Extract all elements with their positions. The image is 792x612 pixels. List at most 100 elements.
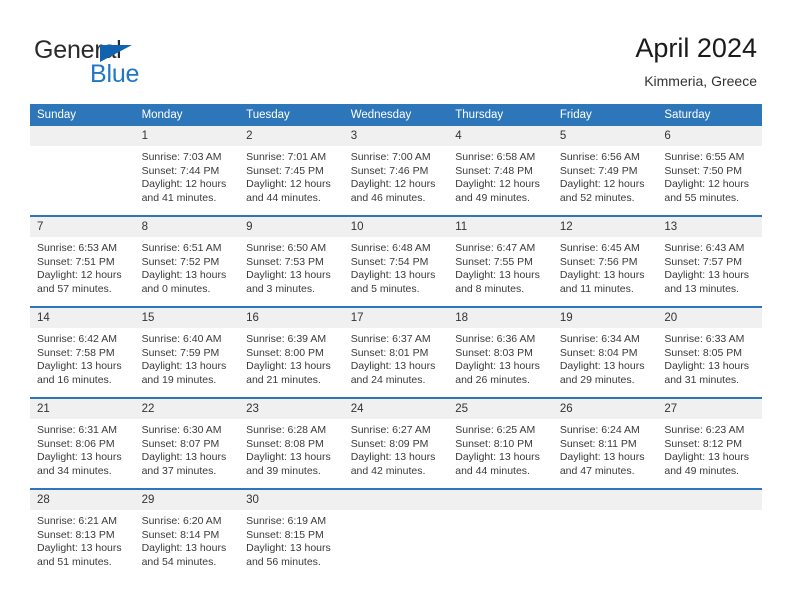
day-cell[interactable]: 5 Sunrise: 6:56 AM Sunset: 7:49 PM Daylight… [552, 126, 658, 216]
daylight-text-line2: and 0 minutes. [141, 282, 211, 295]
daylight-text-line1: Daylight: 13 hours [37, 542, 122, 555]
daylight-text-line1: Daylight: 13 hours [37, 451, 122, 464]
day-cell[interactable]: 24 Sunrise: 6:27 AM Sunset: 8:09 PM Dayligh… [343, 397, 449, 489]
weekday-header-monday: Monday [134, 104, 240, 126]
daylight-text-line1: Daylight: 12 hours [37, 269, 122, 282]
day-cell[interactable]: 18 Sunrise: 6:36 AM Sunset: 8:03 PM Dayligh… [448, 306, 553, 398]
day-details: Sunrise: 6:31 AM Sunset: 8:06 PM Daylight:… [30, 419, 135, 478]
day-cell[interactable] [343, 488, 449, 579]
daylight-text-line2: and 54 minutes. [141, 555, 217, 568]
day-number: 24 [343, 399, 449, 419]
day-details: Sunrise: 6:34 AM Sunset: 8:04 PM Daylight:… [553, 328, 658, 387]
day-details: Sunrise: 6:47 AM Sunset: 7:55 PM Daylight:… [448, 237, 553, 296]
day-cell[interactable]: 26 Sunrise: 6:24 AM Sunset: 8:11 PM Dayligh… [552, 397, 658, 489]
page-header: General Blue April 2024 Kimmeria, Greece [0, 0, 792, 103]
day-cell[interactable] [657, 488, 762, 579]
day-cell[interactable] [30, 126, 135, 216]
day-cell[interactable]: 7 Sunrise: 6:53 AM Sunset: 7:51 PM Daylight… [30, 215, 135, 307]
day-cell[interactable]: 23 Sunrise: 6:28 AM Sunset: 8:08 PM Dayligh… [239, 397, 344, 489]
day-number: 18 [448, 308, 553, 328]
daylight-text-line2: and 37 minutes. [141, 464, 217, 477]
day-cell[interactable]: 14 Sunrise: 6:42 AM Sunset: 7:58 PM Dayligh… [30, 306, 135, 398]
daylight-text-line2: and 47 minutes. [559, 464, 635, 477]
day-details: Sunrise: 7:01 AM Sunset: 7:45 PM Daylight:… [239, 146, 344, 205]
day-details: Sunrise: 6:50 AM Sunset: 7:53 PM Daylight:… [239, 237, 344, 296]
day-cell[interactable]: 28 Sunrise: 6:21 AM Sunset: 8:13 PM Dayligh… [30, 488, 135, 579]
sunset-text: Sunset: 7:57 PM [664, 255, 743, 268]
sunset-text: Sunset: 8:04 PM [559, 346, 638, 359]
sunrise-text: Sunrise: 6:33 AM [664, 333, 745, 345]
day-details: Sunrise: 6:30 AM Sunset: 8:07 PM Daylight:… [135, 419, 240, 478]
sunrise-text: Sunrise: 7:00 AM [350, 151, 431, 163]
sunrise-text: Sunrise: 6:39 AM [246, 333, 327, 345]
day-cell[interactable]: 21 Sunrise: 6:31 AM Sunset: 8:06 PM Dayligh… [30, 397, 135, 489]
sunset-text: Sunset: 7:53 PM [246, 255, 324, 268]
sunset-text: Sunset: 7:56 PM [559, 255, 638, 268]
sunrise-text: Sunrise: 7:03 AM [141, 151, 222, 163]
daylight-text-line2: and 46 minutes. [350, 191, 426, 204]
day-cell[interactable]: 25 Sunrise: 6:25 AM Sunset: 8:10 PM Dayligh… [448, 397, 553, 489]
day-details: Sunrise: 7:03 AM Sunset: 7:44 PM Daylight:… [135, 146, 240, 205]
daylight-text-line2: and 8 minutes. [455, 282, 525, 295]
day-cell[interactable]: 1 Sunrise: 7:03 AM Sunset: 7:44 PM Daylight… [134, 126, 240, 216]
sunset-text: Sunset: 7:45 PM [246, 164, 324, 177]
day-details: Sunrise: 6:21 AM Sunset: 8:13 PM Daylight:… [30, 510, 135, 569]
day-number: 10 [343, 217, 449, 237]
daylight-text-line1: Daylight: 12 hours [141, 178, 227, 191]
sunrise-text: Sunrise: 6:31 AM [37, 424, 117, 436]
daylight-text-line1: Daylight: 13 hours [664, 269, 750, 282]
day-cell[interactable]: 16 Sunrise: 6:39 AM Sunset: 8:00 PM Dayligh… [239, 306, 344, 398]
day-number: 1 [134, 126, 240, 146]
sunset-text: Sunset: 8:06 PM [37, 437, 115, 450]
day-cell[interactable] [448, 488, 553, 579]
day-number: 14 [30, 308, 135, 328]
general-blue-logo[interactable]: General Blue [34, 36, 214, 88]
daylight-text-line2: and 42 minutes. [350, 464, 426, 477]
sunrise-text: Sunrise: 7:01 AM [246, 151, 327, 163]
sunrise-text: Sunrise: 6:20 AM [141, 515, 222, 527]
day-details: Sunrise: 6:58 AM Sunset: 7:48 PM Daylight:… [448, 146, 553, 205]
day-cell[interactable]: 3 Sunrise: 7:00 AM Sunset: 7:46 PM Daylight… [343, 126, 449, 216]
day-cell[interactable]: 19 Sunrise: 6:34 AM Sunset: 8:04 PM Dayligh… [552, 306, 658, 398]
sunrise-text: Sunrise: 6:23 AM [664, 424, 745, 436]
daylight-text-line1: Daylight: 13 hours [664, 360, 750, 373]
day-cell[interactable]: 11 Sunrise: 6:47 AM Sunset: 7:55 PM Dayligh… [448, 215, 553, 307]
daylight-text-line1: Daylight: 13 hours [141, 542, 227, 555]
sunset-text: Sunset: 7:52 PM [141, 255, 220, 268]
day-cell[interactable]: 29 Sunrise: 6:20 AM Sunset: 8:14 PM Dayligh… [134, 488, 240, 579]
daylight-text-line2: and 34 minutes. [37, 464, 112, 477]
day-cell[interactable]: 13 Sunrise: 6:43 AM Sunset: 7:57 PM Dayligh… [657, 215, 762, 307]
sunrise-text: Sunrise: 6:53 AM [37, 242, 117, 254]
daylight-text-line1: Daylight: 13 hours [559, 360, 645, 373]
day-cell[interactable]: 6 Sunrise: 6:55 AM Sunset: 7:50 PM Daylight… [657, 126, 762, 216]
sunset-text: Sunset: 7:51 PM [37, 255, 115, 268]
sunset-text: Sunset: 7:55 PM [455, 255, 533, 268]
daylight-text-line1: Daylight: 13 hours [559, 269, 645, 282]
day-cell[interactable]: 4 Sunrise: 6:58 AM Sunset: 7:48 PM Daylight… [448, 126, 553, 216]
day-cell[interactable]: 2 Sunrise: 7:01 AM Sunset: 7:45 PM Daylight… [239, 126, 344, 216]
daylight-text-line2: and 44 minutes. [246, 191, 321, 204]
sunset-text: Sunset: 8:13 PM [37, 528, 115, 541]
day-cell[interactable]: 10 Sunrise: 6:48 AM Sunset: 7:54 PM Dayligh… [343, 215, 449, 307]
day-details: Sunrise: 6:42 AM Sunset: 7:58 PM Daylight:… [30, 328, 135, 387]
day-cell[interactable]: 9 Sunrise: 6:50 AM Sunset: 7:53 PM Daylight… [239, 215, 344, 307]
day-cell[interactable]: 17 Sunrise: 6:37 AM Sunset: 8:01 PM Dayligh… [343, 306, 449, 398]
day-details: Sunrise: 6:56 AM Sunset: 7:49 PM Daylight:… [553, 146, 658, 205]
daylight-text-line1: Daylight: 12 hours [664, 178, 750, 191]
day-number: 27 [657, 399, 762, 419]
day-cell[interactable]: 20 Sunrise: 6:33 AM Sunset: 8:05 PM Dayligh… [657, 306, 762, 398]
day-cell[interactable] [552, 488, 658, 579]
day-cell[interactable]: 12 Sunrise: 6:45 AM Sunset: 7:56 PM Dayligh… [552, 215, 658, 307]
sunrise-text: Sunrise: 6:30 AM [141, 424, 222, 436]
day-number: 20 [657, 308, 762, 328]
sunrise-text: Sunrise: 6:48 AM [350, 242, 431, 254]
calendar-body: 1 Sunrise: 7:03 AM Sunset: 7:44 PM Daylight… [30, 126, 762, 579]
day-cell[interactable]: 15 Sunrise: 6:40 AM Sunset: 7:59 PM Dayligh… [134, 306, 240, 398]
sunset-text: Sunset: 8:15 PM [246, 528, 324, 541]
day-cell[interactable]: 27 Sunrise: 6:23 AM Sunset: 8:12 PM Dayligh… [657, 397, 762, 489]
day-number: 2 [239, 126, 344, 146]
day-cell[interactable]: 30 Sunrise: 6:19 AM Sunset: 8:15 PM Dayligh… [239, 488, 344, 579]
day-cell[interactable]: 8 Sunrise: 6:51 AM Sunset: 7:52 PM Daylight… [134, 215, 240, 307]
day-number: 29 [134, 490, 240, 510]
day-cell[interactable]: 22 Sunrise: 6:30 AM Sunset: 8:07 PM Dayligh… [134, 397, 240, 489]
